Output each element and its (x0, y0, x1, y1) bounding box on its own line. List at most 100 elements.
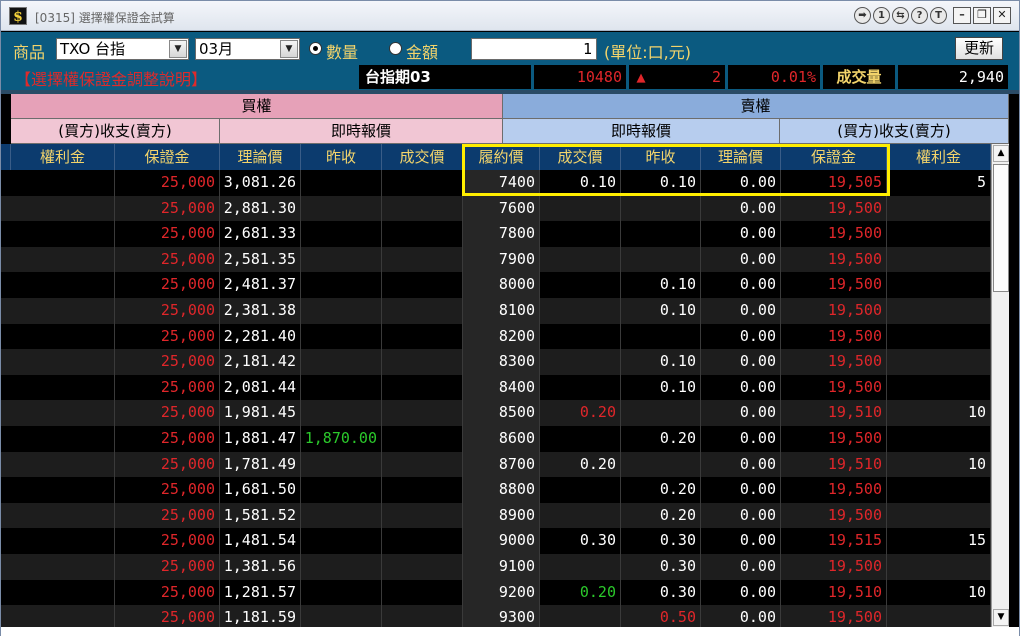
cell-call-premium[interactable] (11, 502, 115, 529)
table-row[interactable]: 25,000 2,381.38 8100 0.10 0.00 19,500 (1, 298, 991, 324)
cell-call-theoretical[interactable]: 1,281.57 (220, 579, 301, 606)
cell-call-premium[interactable] (11, 298, 115, 324)
minimize-button[interactable]: – (953, 7, 971, 24)
table-row[interactable]: 25,000 1,781.49 8700 0.20 0.00 19,510 10 (1, 451, 991, 478)
cell-call-premium[interactable] (11, 579, 115, 606)
maximize-button[interactable]: ❐ (973, 7, 991, 24)
cell-call-margin[interactable]: 25,000 (115, 374, 220, 401)
cell-call-premium[interactable] (11, 374, 115, 401)
cell-call-last[interactable] (382, 451, 463, 478)
table-row[interactable]: 25,000 1,581.52 8900 0.20 0.00 19,500 (1, 502, 991, 529)
cell-put-prev-close[interactable]: 0.10 (621, 298, 701, 324)
cell-call-margin[interactable]: 25,000 (115, 579, 220, 606)
cell-call-theoretical[interactable]: 1,581.52 (220, 502, 301, 529)
cell-call-last[interactable] (382, 195, 463, 222)
column-header-call-premium[interactable]: 權利金 (11, 144, 115, 170)
cell-call-prev-close[interactable] (301, 246, 382, 273)
table-row[interactable]: 25,000 3,081.26 7400 0.10 0.10 0.00 19,505 5 (1, 170, 991, 196)
cell-put-premium[interactable] (887, 221, 991, 247)
cell-put-margin[interactable]: 19,500 (781, 298, 887, 324)
cell-call-premium[interactable] (11, 195, 115, 222)
column-header-call-last[interactable]: 成交價 (382, 144, 463, 170)
cell-strike[interactable]: 8500 (463, 400, 540, 426)
cell-put-prev-close[interactable]: 0.10 (621, 170, 701, 196)
product-select[interactable]: TXO 台指 ▼ (56, 38, 189, 60)
cell-call-prev-close[interactable] (301, 272, 382, 298)
cell-put-theoretical[interactable]: 0.00 (701, 374, 781, 401)
cell-put-prev-close[interactable]: 0.10 (621, 272, 701, 298)
cell-call-premium[interactable] (11, 554, 115, 580)
cell-call-margin[interactable]: 25,000 (115, 170, 220, 196)
radio-quantity[interactable] (309, 42, 322, 55)
cell-put-theoretical[interactable]: 0.00 (701, 426, 781, 452)
column-header-put-last[interactable]: 成交價 (540, 144, 621, 170)
cell-put-last[interactable]: 0.20 (540, 579, 621, 606)
cell-put-premium[interactable] (887, 195, 991, 222)
swap-icon[interactable]: ⇆ (892, 7, 909, 24)
cell-put-last[interactable] (540, 298, 621, 324)
cell-call-margin[interactable]: 25,000 (115, 349, 220, 375)
cell-put-margin[interactable]: 19,510 (781, 451, 887, 478)
cell-call-margin[interactable]: 25,000 (115, 195, 220, 222)
window-number-icon[interactable]: 1 (873, 7, 890, 24)
cell-put-margin[interactable]: 19,500 (781, 246, 887, 273)
cell-put-prev-close[interactable]: 0.30 (621, 528, 701, 554)
cell-call-prev-close[interactable] (301, 349, 382, 375)
cell-call-theoretical[interactable]: 2,681.33 (220, 221, 301, 247)
cell-put-prev-close[interactable] (621, 323, 701, 350)
cell-call-theoretical[interactable]: 2,181.42 (220, 349, 301, 375)
table-row[interactable]: 25,000 1,381.56 9100 0.30 0.00 19,500 (1, 554, 991, 580)
cell-strike[interactable]: 8900 (463, 502, 540, 529)
cell-call-theoretical[interactable]: 1,481.54 (220, 528, 301, 554)
cell-call-premium[interactable] (11, 272, 115, 298)
table-row[interactable]: 25,000 2,281.40 8200 0.00 19,500 (1, 323, 991, 350)
cell-call-margin[interactable]: 25,000 (115, 554, 220, 580)
cell-put-prev-close[interactable] (621, 400, 701, 426)
cell-call-last[interactable] (382, 554, 463, 580)
help-icon[interactable]: ? (911, 7, 928, 24)
cell-call-premium[interactable] (11, 426, 115, 452)
column-header-call-theoretical[interactable]: 理論價 (220, 144, 301, 170)
cell-put-theoretical[interactable]: 0.00 (701, 554, 781, 580)
cell-put-theoretical[interactable]: 0.00 (701, 298, 781, 324)
cell-call-premium[interactable] (11, 528, 115, 554)
arrow-down-icon[interactable]: ▼ (993, 609, 1009, 626)
table-row[interactable]: 25,000 1,881.47 1,870.00 8600 0.20 0.00 19,500 (1, 426, 991, 452)
scrollbar-thumb[interactable] (993, 164, 1009, 292)
cell-put-prev-close[interactable] (621, 195, 701, 222)
cell-call-prev-close[interactable] (301, 170, 382, 196)
cell-put-prev-close[interactable]: 0.10 (621, 374, 701, 401)
cell-call-margin[interactable]: 25,000 (115, 221, 220, 247)
radio-amount-label[interactable]: 金額 (406, 39, 438, 63)
cell-put-theoretical[interactable]: 0.00 (701, 195, 781, 222)
chevron-down-icon[interactable]: ▼ (280, 40, 298, 58)
cell-call-last[interactable] (382, 502, 463, 529)
cell-put-margin[interactable]: 19,510 (781, 579, 887, 606)
cell-put-last[interactable]: 0.30 (540, 528, 621, 554)
link-arrow-icon[interactable]: ➡ (854, 7, 871, 24)
cell-put-margin[interactable]: 19,500 (781, 323, 887, 350)
cell-call-margin[interactable]: 25,000 (115, 451, 220, 478)
cell-put-margin[interactable]: 19,500 (781, 272, 887, 298)
cell-put-margin[interactable]: 19,500 (781, 426, 887, 452)
cell-call-last[interactable] (382, 528, 463, 554)
cell-put-margin[interactable]: 19,500 (781, 349, 887, 375)
cell-put-last[interactable] (540, 221, 621, 247)
cell-strike[interactable]: 8100 (463, 298, 540, 324)
table-row[interactable]: 25,000 1,981.45 8500 0.20 0.00 19,510 10 (1, 400, 991, 426)
cell-put-prev-close[interactable] (621, 246, 701, 273)
cell-put-margin[interactable]: 19,510 (781, 400, 887, 426)
cell-put-last[interactable] (540, 426, 621, 452)
cell-call-theoretical[interactable]: 2,881.30 (220, 195, 301, 222)
cell-call-theoretical[interactable]: 2,281.40 (220, 323, 301, 350)
cell-put-theoretical[interactable]: 0.00 (701, 272, 781, 298)
cell-put-margin[interactable]: 19,500 (781, 554, 887, 580)
cell-put-premium[interactable] (887, 374, 991, 401)
column-header-put-premium[interactable]: 權利金 (887, 144, 991, 170)
cell-call-prev-close[interactable] (301, 451, 382, 478)
cell-put-last[interactable] (540, 374, 621, 401)
cell-put-premium[interactable] (887, 323, 991, 350)
cell-put-last[interactable]: 0.20 (540, 451, 621, 478)
cell-put-margin[interactable]: 19,515 (781, 528, 887, 554)
table-row[interactable]: 25,000 2,881.30 7600 0.00 19,500 (1, 195, 991, 222)
